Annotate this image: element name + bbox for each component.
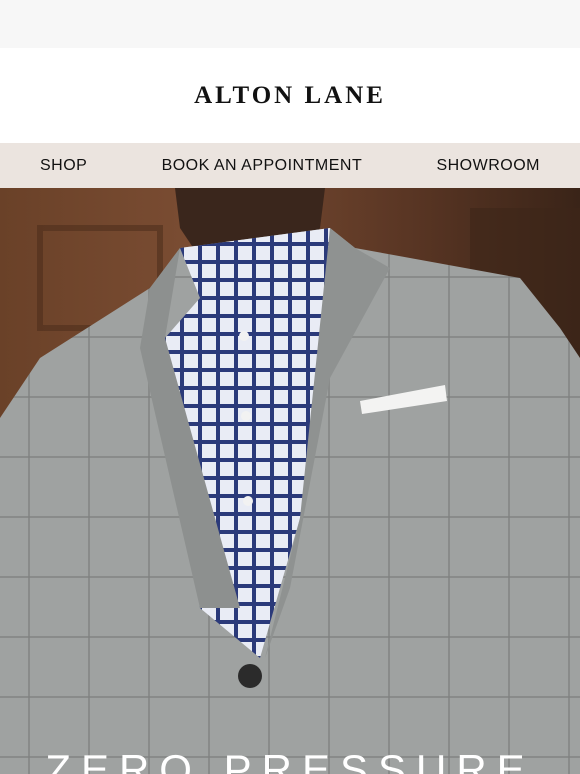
main-nav: SHOP BOOK AN APPOINTMENT SHOWROOM xyxy=(0,143,580,188)
nav-item-showroom[interactable]: SHOWROOM xyxy=(436,157,540,175)
hero-image[interactable]: ZERO PRESSURE xyxy=(0,188,580,774)
nav-item-shop[interactable]: SHOP xyxy=(40,157,87,175)
hero-headline: ZERO PRESSURE xyxy=(45,746,535,774)
nav-item-book-appointment[interactable]: BOOK AN APPOINTMENT xyxy=(162,157,363,175)
header: ALTON LANE xyxy=(0,48,580,143)
preheader-strip xyxy=(0,0,580,48)
hero-photo-illustration xyxy=(0,188,580,774)
brand-logo[interactable]: ALTON LANE xyxy=(194,82,386,110)
